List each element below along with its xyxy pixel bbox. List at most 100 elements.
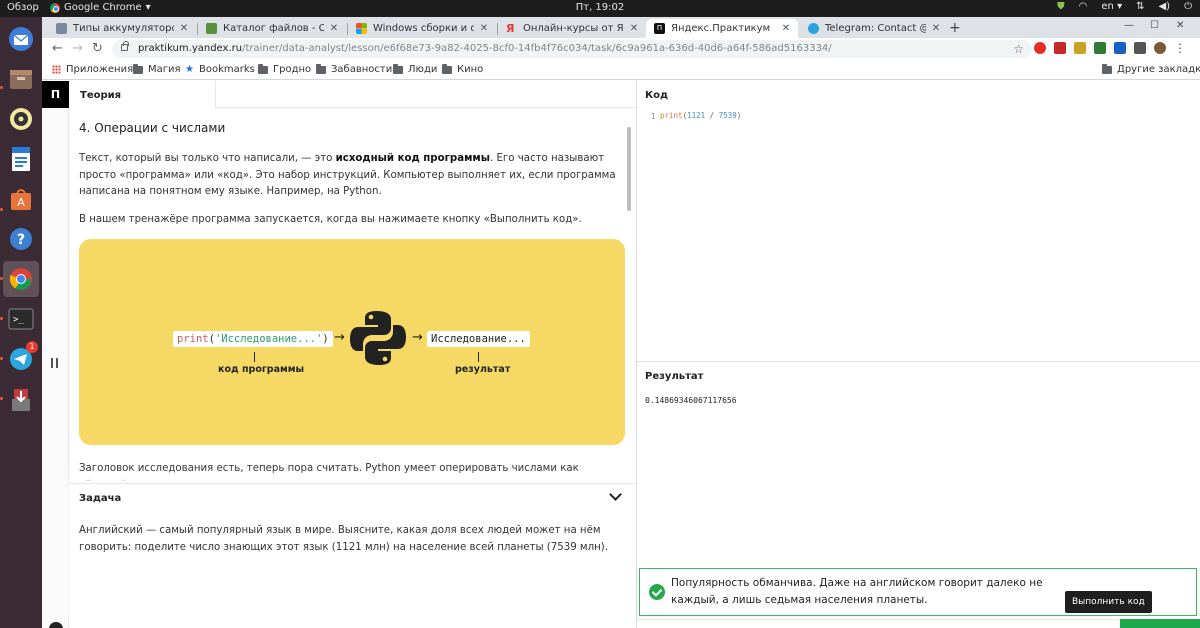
bookmarks-bar: Приложения Магия ★ Bookmarks Гродно Забав… <box>42 60 1200 80</box>
result-example: Исследование... <box>427 331 530 347</box>
code-editor[interactable]: 1 print(1121 / 7539) <box>637 108 1200 358</box>
back-icon[interactable]: ← <box>52 41 63 56</box>
result-header: Результат <box>645 371 704 382</box>
left-rail: П <box>42 81 69 628</box>
clock[interactable]: Пт, 19:02 <box>576 2 625 13</box>
telegram-icon[interactable]: 1 <box>3 341 39 377</box>
chrome-icon[interactable] <box>3 261 39 297</box>
activities-button[interactable]: Обзор <box>7 2 39 13</box>
reload-icon[interactable]: ↻ <box>92 41 103 56</box>
bookmark-folder[interactable]: Кино <box>442 63 483 75</box>
folder-icon <box>133 63 143 74</box>
system-tray: ⛊ ◠ en ▾ ⇅ ◀) ⏻ <box>1057 1 1192 12</box>
extension-icon[interactable] <box>1134 42 1146 54</box>
result-label: результат <box>455 364 511 375</box>
code-line[interactable]: print(1121 / 7539) <box>660 111 741 120</box>
praktikum-logo[interactable]: П <box>42 81 69 108</box>
code-header: Код <box>645 90 669 101</box>
bookmark-folder[interactable]: Люди <box>393 63 437 75</box>
running-indicator <box>0 357 3 360</box>
maximize-icon[interactable]: ☐ <box>1150 20 1159 31</box>
lesson-paragraph: Заголовок исследования есть, теперь пора… <box>79 463 579 481</box>
folder-icon <box>1102 63 1112 74</box>
terminal-icon[interactable]: >_ <box>3 301 39 337</box>
green-extension-icon[interactable] <box>1094 42 1106 54</box>
running-indicator <box>0 277 3 280</box>
chevron-down-icon: ▾ <box>145 2 151 13</box>
chrome-icon <box>50 2 60 13</box>
task-description: Английский — самый популярный язык в мир… <box>79 525 609 553</box>
browser-tab[interactable]: Типы аккумуляторов ✕ <box>48 19 196 38</box>
folder-icon <box>442 63 452 74</box>
other-bookmarks[interactable]: Другие закладки <box>1102 63 1200 75</box>
close-tab-icon[interactable]: ✕ <box>628 23 640 34</box>
running-indicator <box>0 397 3 400</box>
run-code-tooltip: Выполнить код <box>1065 591 1152 613</box>
line-number: 1 <box>651 112 656 121</box>
translate-extension-icon[interactable] <box>1114 42 1126 54</box>
close-tab-icon[interactable]: ✕ <box>478 23 490 34</box>
url-host: praktikum.yandex.ru <box>138 43 243 54</box>
bookmark-folder[interactable]: Забавности <box>316 63 392 75</box>
folder-icon <box>393 63 403 74</box>
code-to-result-illustration: print('Исследование...') → → Исследовани… <box>79 239 625 445</box>
chevron-down-icon[interactable] <box>609 488 622 501</box>
help-icon[interactable]: ? <box>3 221 39 257</box>
telegram-icon <box>808 23 819 34</box>
bookmark-extension-icon[interactable] <box>1074 42 1086 54</box>
browser-tab[interactable]: Windows сборки и ориги ✕ <box>348 19 496 38</box>
star-icon: ★ <box>185 64 194 75</box>
avatar[interactable] <box>49 622 63 628</box>
volume-icon[interactable]: ◀) <box>1158 1 1170 12</box>
bookmark-folder[interactable]: Гродно <box>258 63 311 75</box>
praktikum-icon: П <box>654 23 665 34</box>
language-indicator[interactable]: en ▾ <box>1101 1 1122 12</box>
software-center-icon[interactable]: A <box>3 181 39 217</box>
theory-scrollbar[interactable] <box>627 127 631 211</box>
task-title[interactable]: Задача <box>79 493 121 504</box>
close-tab-icon[interactable]: ✕ <box>930 23 942 34</box>
thunderbird-icon[interactable] <box>3 21 39 57</box>
close-window-icon[interactable]: ✕ <box>1176 20 1184 31</box>
running-indicator <box>0 317 3 320</box>
browser-tab[interactable]: Каталог файлов - СПЕЦ К ✕ <box>198 19 346 38</box>
check-icon <box>649 584 665 600</box>
menu-icon[interactable]: ⋮ <box>1174 42 1186 54</box>
theory-content: 4. Операции с числами Текст, который вы … <box>79 121 626 481</box>
browser-tab[interactable]: Telegram: Contact @Prak ✕ <box>800 19 948 38</box>
run-code-button[interactable] <box>1120 619 1200 628</box>
rhythmbox-icon[interactable] <box>3 101 39 137</box>
minimize-icon[interactable]: — <box>1124 20 1134 31</box>
arrow-icon: → <box>334 330 345 345</box>
close-tab-icon[interactable]: ✕ <box>178 23 190 34</box>
bookmark-folder[interactable]: Магия <box>133 63 181 75</box>
browser-tab-active[interactable]: П Яндекс.Практикум ✕ <box>646 19 798 38</box>
files-icon[interactable] <box>3 61 39 97</box>
writer-icon[interactable] <box>3 141 39 177</box>
address-bar-row: ← → ↻ praktikum.yandex.ru/trainer/data-a… <box>42 38 1200 60</box>
installer-icon[interactable] <box>3 381 39 417</box>
red-extension-icon[interactable] <box>1054 42 1066 54</box>
forward-icon[interactable]: → <box>72 41 83 56</box>
python-logo-icon <box>350 311 406 365</box>
wifi-icon[interactable]: ◠ <box>1079 1 1088 12</box>
pause-icon[interactable] <box>51 358 58 368</box>
profile-avatar[interactable] <box>1154 42 1166 54</box>
url-input[interactable]: praktikum.yandex.ru/trainer/data-analyst… <box>112 40 1032 58</box>
app-menu[interactable]: Google Chrome ▾ <box>50 2 151 13</box>
bookmark-folder[interactable]: ★ Bookmarks <box>185 64 255 75</box>
tab-theory[interactable]: Теория <box>69 81 216 108</box>
close-tab-icon[interactable]: ✕ <box>328 23 340 34</box>
new-tab-button[interactable]: + <box>949 20 961 36</box>
network-icon[interactable]: ⇅ <box>1136 1 1144 12</box>
app-name: Google Chrome <box>64 2 142 13</box>
folder-icon <box>258 63 268 74</box>
browser-tab[interactable]: Я Онлайн-курсы от Яндекс ✕ <box>498 19 646 38</box>
browser-tab-strip: Типы аккумуляторов ✕ Каталог файлов - СП… <box>42 17 1200 38</box>
shield-icon[interactable]: ⛊ <box>1057 1 1065 12</box>
close-tab-icon[interactable]: ✕ <box>780 23 792 34</box>
power-icon[interactable]: ⏻ <box>1184 1 1192 12</box>
bookmark-apps[interactable]: Приложения <box>52 64 133 75</box>
opera-extension-icon[interactable] <box>1034 42 1046 54</box>
star-icon[interactable]: ☆ <box>1013 40 1024 58</box>
